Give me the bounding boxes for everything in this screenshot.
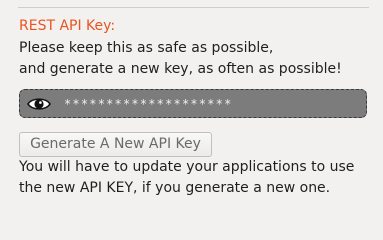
- api-key-field[interactable]: ********************: [19, 89, 367, 118]
- note-line: the new API KEY, if you generate a new o…: [19, 180, 331, 196]
- description-line: Please keep this as safe as possible,: [19, 40, 274, 56]
- api-key-value: ********************: [64, 96, 233, 111]
- note-line: You will have to update your application…: [19, 159, 355, 175]
- description-line: and generate a new key, as often as poss…: [19, 61, 342, 77]
- update-note: You will have to update your application…: [19, 157, 354, 199]
- generate-api-key-button[interactable]: Generate A New API Key: [19, 132, 212, 157]
- key-description: Please keep this as safe as possible, an…: [19, 38, 342, 80]
- section-divider: [18, 7, 369, 8]
- eye-icon[interactable]: [26, 95, 52, 113]
- section-title: REST API Key:: [19, 18, 116, 34]
